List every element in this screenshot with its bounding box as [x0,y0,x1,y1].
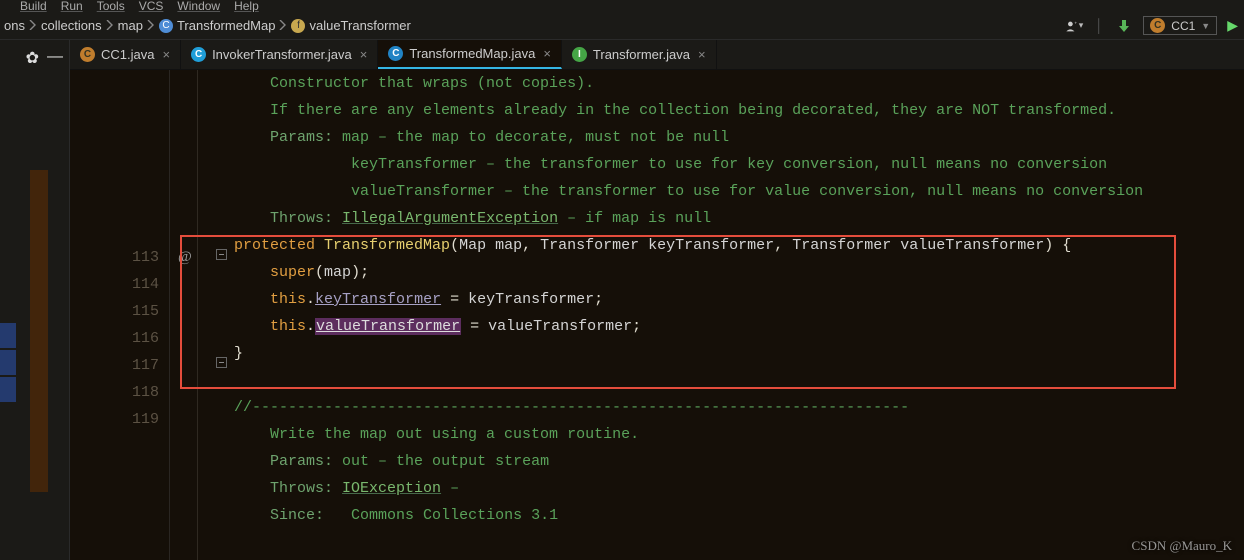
java-interface-icon: I [572,47,587,62]
crumb-class[interactable]: CTransformedMap [159,18,276,33]
user-add-icon[interactable]: +▾ [1065,17,1083,35]
tab-invoker[interactable]: C InvokerTransformer.java × [181,40,378,69]
menu-tools[interactable]: Tools [97,0,125,12]
tab-transformedmap[interactable]: C TransformedMap.java × [378,40,562,69]
highlighted-field: valueTransformer [315,318,461,335]
menu-run[interactable]: Run [61,0,83,12]
chevron-right-icon [147,18,155,33]
svg-text:+: + [1075,20,1078,25]
crumb-pkg3[interactable]: map [118,18,143,33]
chevron-right-icon [279,18,287,33]
gear-icon[interactable]: ✿ [26,48,39,68]
crumb-pkg2[interactable]: collections [41,18,102,33]
line-number: 115 [70,298,159,325]
line-number: 114 [70,271,159,298]
close-icon[interactable]: × [162,47,170,62]
run-config-selector[interactable]: C CC1 ▼ [1143,16,1217,35]
tab-label: CC1.java [101,47,154,62]
editor: C CC1.java × C InvokerTransformer.java ×… [70,40,1244,560]
java-class-icon: C [191,47,206,62]
class-icon: C [159,19,173,33]
line-number: 118 [70,379,159,406]
editor-tabs: C CC1.java × C InvokerTransformer.java ×… [70,40,1244,70]
run-config-name: CC1 [1171,19,1195,33]
chevron-right-icon [29,18,37,33]
line-number: 116 [70,325,159,352]
menu-help[interactable]: Help [234,0,259,12]
close-icon[interactable]: × [360,47,368,62]
java-class-icon: C [80,47,95,62]
crumb-pkg1[interactable]: ons [4,18,25,33]
tab-cc1[interactable]: C CC1.java × [70,40,181,69]
separator: │ [1093,17,1105,35]
tab-label: TransformedMap.java [409,46,535,61]
watermark: CSDN @Mauro_K [1132,538,1232,554]
chevron-right-icon [106,18,114,33]
line-number: 113 [70,244,159,271]
project-highlight [30,170,48,492]
menu-bar: Build Run Tools VCS Window Help [0,0,1244,12]
crumb-field[interactable]: fvalueTransformer [291,18,410,33]
config-icon: C [1150,18,1165,33]
chevron-down-icon: ▼ [1201,21,1210,31]
line-number: 117 [70,352,159,379]
run-button[interactable]: ▶ [1227,17,1238,34]
left-toolstrip: ✿ — [0,40,70,560]
code-text[interactable]: Constructor that wraps (not copies). If … [234,70,1143,529]
tab-label: Transformer.java [593,47,690,62]
code-editor[interactable]: 113 114 115 116 117 118 119 @ Constructo… [70,70,1244,560]
tab-transformer[interactable]: I Transformer.java × [562,40,717,69]
close-icon[interactable]: × [698,47,706,62]
tab-label: InvokerTransformer.java [212,47,352,62]
vcs-update-icon[interactable] [1115,17,1133,35]
menu-window[interactable]: Window [177,0,220,12]
toolbar-right: +▾ │ C CC1 ▼ ▶ [1065,12,1238,39]
breadcrumb: ons collections map CTransformedMap fval… [0,12,1244,40]
java-class-icon: C [388,46,403,61]
menu-vcs[interactable]: VCS [139,0,164,12]
line-number: 119 [70,406,159,433]
menu-build[interactable]: Build [20,0,47,12]
field-icon: f [291,19,305,33]
gutter: 113 114 115 116 117 118 119 [70,70,170,560]
minimize-icon[interactable]: — [47,48,63,68]
close-icon[interactable]: × [543,46,551,61]
project-markers [0,323,16,404]
